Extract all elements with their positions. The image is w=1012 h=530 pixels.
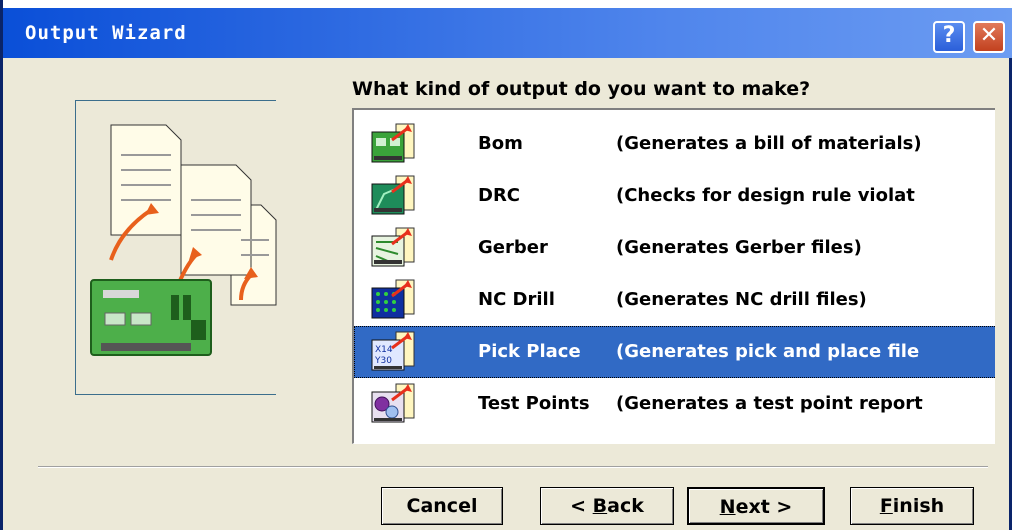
list-item-nc-drill[interactable]: NC Drill (Generates NC drill files) [354, 274, 995, 326]
list-item-description: (Generates Gerber files) [616, 237, 862, 258]
help-button[interactable]: ? [933, 21, 965, 53]
list-item-pick-place[interactable]: X14 Y30 Pick Place (Generates pick and p… [354, 326, 995, 378]
back-button-label: ack [607, 495, 644, 517]
next-button-accel: N [719, 496, 736, 518]
list-item-name: NC Drill [478, 289, 555, 310]
back-button-prefix: < [570, 495, 593, 517]
list-item-name: Pick Place [478, 341, 581, 362]
window-title: Output Wizard [25, 22, 187, 44]
list-item-test-points[interactable]: Test Points (Generates a test point repo… [354, 378, 995, 430]
output-wizard-window: Output Wizard ? ✕ What kind of output do… [0, 0, 1012, 530]
title-bar[interactable]: Output Wizard ? ✕ [3, 8, 1012, 58]
list-item-description: (Generates a test point report [616, 393, 923, 414]
pick-place-icon: X14 Y30 [371, 331, 415, 371]
list-item-name: Test Points [478, 393, 590, 414]
list-item-name: Bom [478, 133, 523, 154]
drc-icon [371, 175, 415, 215]
output-type-list[interactable]: Bom (Generates a bill of materials) DRC … [352, 108, 995, 444]
next-button-label: ext > [735, 496, 793, 518]
prompt-heading: What kind of output do you want to make? [352, 78, 811, 100]
list-item-description: (Generates a bill of materials) [616, 133, 922, 154]
back-button[interactable]: < Back [540, 487, 674, 525]
gerber-icon [371, 227, 415, 267]
wizard-illustration-icon [90, 124, 277, 356]
close-button[interactable]: ✕ [973, 21, 1005, 53]
finish-button[interactable]: Finish [850, 487, 974, 525]
cancel-button[interactable]: Cancel [381, 487, 503, 525]
back-button-accel: B [592, 495, 608, 517]
nc-drill-icon [371, 279, 415, 319]
next-button[interactable]: Next > [687, 487, 825, 525]
list-item-bom[interactable]: Bom (Generates a bill of materials) [354, 118, 995, 170]
top-edge [3, 0, 1012, 8]
bom-icon [371, 123, 415, 163]
divider-highlight [38, 467, 988, 468]
list-item-description: (Checks for design rule violat [616, 185, 915, 206]
finish-button-accel: F [879, 495, 893, 517]
list-item-name: DRC [478, 185, 521, 206]
list-item-gerber[interactable]: Gerber (Generates Gerber files) [354, 222, 995, 274]
finish-button-label: inish [892, 495, 945, 517]
list-item-drc[interactable]: DRC (Checks for design rule violat [354, 170, 995, 222]
svg-text:X14: X14 [375, 345, 393, 355]
list-item-description: (Generates pick and place file [616, 341, 920, 362]
list-item-name: Gerber [478, 237, 548, 258]
test-points-icon [371, 383, 415, 423]
svg-text:Y30: Y30 [374, 356, 392, 366]
list-item-description: (Generates NC drill files) [616, 289, 867, 310]
